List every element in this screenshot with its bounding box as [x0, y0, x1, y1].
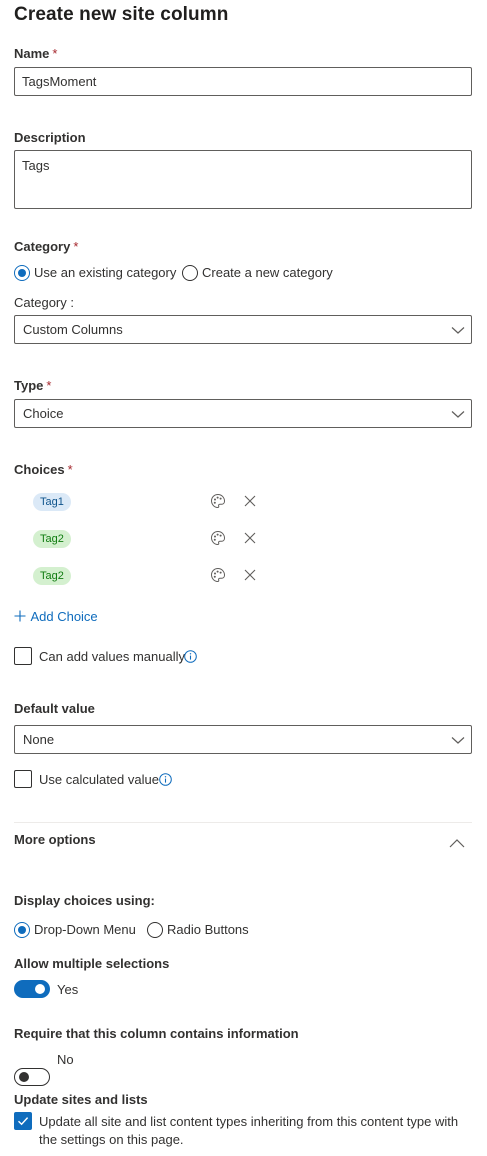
chevron-up-icon[interactable] — [449, 837, 465, 849]
checkmark-icon — [18, 1117, 29, 1126]
radio-selected-icon — [14, 921, 30, 938]
page-title: Create new site column — [14, 4, 229, 25]
toggle-knob — [19, 1072, 29, 1082]
divider — [14, 822, 472, 823]
choice-item[interactable]: Tag2 — [33, 566, 71, 585]
info-icon[interactable] — [184, 650, 197, 663]
category-radio-existing-label: Use an existing category — [34, 265, 177, 281]
category-radio-new[interactable]: Create a new category — [182, 264, 333, 282]
chevron-down-icon — [451, 737, 465, 744]
display-radio-radio-buttons-label: Radio Buttons — [167, 922, 249, 938]
require-toggle[interactable] — [14, 1068, 50, 1086]
category-sub-label: Category : — [14, 295, 74, 310]
choice-pill[interactable]: Tag2 — [33, 530, 71, 548]
manual-values-checkbox[interactable] — [14, 647, 32, 665]
category-dropdown[interactable]: Custom Columns — [14, 315, 472, 344]
radio-unselected-icon — [182, 264, 198, 281]
display-radio-dropdown-label: Drop-Down Menu — [34, 922, 136, 938]
require-label: Require that this column contains inform… — [14, 1026, 299, 1041]
type-label-text: Type — [14, 378, 44, 393]
close-icon[interactable] — [242, 567, 258, 583]
required-mark: * — [46, 378, 52, 393]
palette-icon[interactable] — [210, 567, 226, 583]
choices-label: Choices * — [14, 462, 73, 477]
more-options-label: More options — [14, 832, 96, 847]
update-checkbox-label: Update all site and list content types i… — [39, 1114, 459, 1147]
category-radio-new-label: Create a new category — [202, 265, 333, 281]
close-icon[interactable] — [242, 530, 258, 546]
display-choices-label: Display choices using: — [14, 893, 155, 908]
choices-label-text: Choices — [14, 462, 65, 477]
radio-unselected-icon — [147, 921, 163, 938]
toggle-knob — [35, 984, 45, 994]
manual-values-label: Can add values manually — [39, 649, 185, 664]
required-mark: * — [52, 46, 58, 61]
display-radio-radio-buttons[interactable]: Radio Buttons — [147, 921, 249, 939]
category-dropdown-value: Custom Columns — [23, 322, 123, 337]
category-label-text: Category — [14, 239, 71, 254]
description-textarea[interactable]: Tags — [14, 150, 472, 209]
required-mark: * — [73, 239, 79, 254]
default-value-dropdown-value: None — [23, 732, 55, 747]
require-state: No — [57, 1052, 74, 1067]
choice-pill[interactable]: Tag1 — [33, 493, 71, 511]
description-textarea-value: Tags — [22, 158, 50, 173]
name-input-value: TagsMoment — [22, 74, 97, 89]
calculated-value-checkbox[interactable] — [14, 770, 32, 788]
category-radio-existing[interactable]: Use an existing category — [14, 264, 176, 282]
update-label: Update sites and lists — [14, 1092, 148, 1107]
multiple-selections-label: Allow multiple selections — [14, 956, 170, 971]
type-label: Type * — [14, 378, 51, 393]
name-input[interactable]: TagsMoment — [14, 67, 472, 96]
update-checkbox[interactable] — [14, 1112, 32, 1130]
add-choice-button[interactable]: Add Choice — [14, 608, 98, 626]
palette-icon[interactable] — [210, 493, 226, 509]
chevron-down-icon — [451, 327, 465, 334]
radio-selected-icon — [14, 264, 30, 281]
calculated-value-label: Use calculated value — [39, 772, 159, 787]
info-icon[interactable] — [159, 773, 172, 786]
choice-item[interactable]: Tag1 — [33, 492, 71, 511]
multiple-selections-toggle[interactable] — [14, 980, 50, 998]
add-choice-label: Add Choice — [30, 609, 98, 624]
type-dropdown-value: Choice — [23, 406, 64, 421]
close-icon[interactable] — [242, 493, 258, 509]
display-radio-dropdown[interactable]: Drop-Down Menu — [14, 921, 136, 939]
palette-icon[interactable] — [210, 530, 226, 546]
choice-pill[interactable]: Tag2 — [33, 567, 71, 585]
choice-item[interactable]: Tag2 — [33, 529, 71, 548]
required-mark: * — [67, 462, 73, 477]
multiple-selections-state: Yes — [57, 982, 79, 997]
name-label: Name * — [14, 46, 57, 61]
category-label: Category * — [14, 239, 78, 254]
default-value-label: Default value — [14, 701, 95, 716]
type-dropdown[interactable]: Choice — [14, 399, 472, 428]
name-label-text: Name — [14, 46, 50, 61]
description-label: Description — [14, 130, 86, 145]
plus-icon — [14, 610, 26, 622]
default-value-dropdown[interactable]: None — [14, 725, 472, 754]
chevron-down-icon — [451, 411, 465, 418]
